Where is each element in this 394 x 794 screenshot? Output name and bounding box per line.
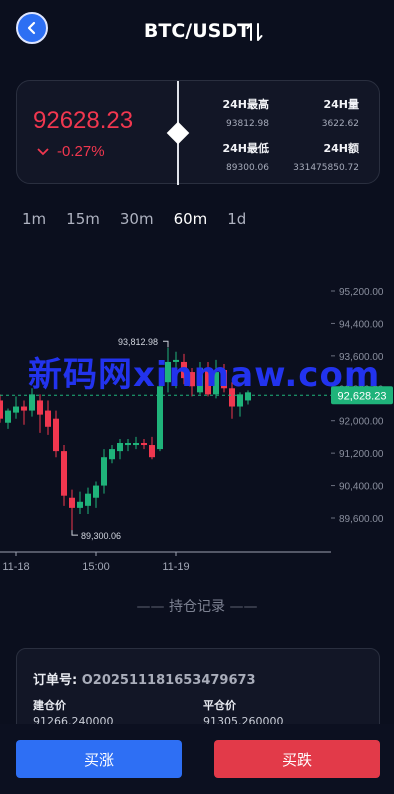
y-tick-label: 90,400.00 (339, 482, 384, 493)
page-title: BTC/USDT (143, 20, 251, 42)
candle-body (29, 394, 35, 411)
section-title: —— 持仓记录 —— (136, 599, 258, 615)
tab-30m[interactable]: 30m (120, 210, 154, 228)
y-tick-label: 94,400.00 (339, 319, 384, 330)
price-change: -0.27% (37, 143, 105, 160)
candle-body (93, 485, 99, 498)
y-tick-label: 89,600.00 (339, 514, 384, 525)
order-number-value: O2025111816534796​73 (81, 673, 256, 688)
min-price-label: 89,300.06 (81, 531, 121, 541)
stat-24h-amount: 24H额 331475850.72 (279, 140, 359, 173)
order-number: 订单号: O2025111816534796​73 (33, 669, 256, 688)
candle-body (117, 443, 123, 452)
diamond-icon (166, 121, 190, 145)
candle-body (149, 445, 155, 458)
y-tick-label: 92,000.00 (339, 417, 384, 428)
section-title-text: 持仓记录 (169, 599, 225, 615)
candle-body (77, 501, 83, 508)
y-tick-label: 91,200.00 (339, 449, 384, 460)
chevron-down-icon (37, 147, 49, 155)
candle-body (21, 406, 27, 411)
x-tick-label: 15:00 (82, 561, 110, 573)
open-price-label: 建仓价 (33, 699, 66, 712)
buy-up-button[interactable]: 买涨 (16, 740, 182, 778)
close-price-label: 平仓价 (203, 699, 236, 712)
candle-body (133, 443, 139, 446)
candle-body (109, 449, 115, 460)
candle-body (85, 493, 91, 506)
stat-label: 24H量 (323, 98, 359, 111)
header: BTC/USDT (0, 0, 394, 62)
y-tick-label: 95,200.00 (339, 287, 384, 298)
stat-24h-volume: 24H量 3622.62 (297, 96, 359, 129)
candle-body (61, 451, 67, 496)
tab-15m[interactable]: 15m (66, 210, 100, 228)
tab-60m[interactable]: 60m (174, 210, 208, 228)
price-change-value: -0.27% (57, 143, 105, 160)
candle-body (141, 443, 147, 446)
swap-vertical-icon[interactable] (244, 21, 266, 43)
x-tick-label: 11-19 (162, 561, 189, 573)
stat-value: 331475850.72 (293, 163, 359, 173)
candle-body (13, 406, 19, 413)
stat-24h-low: 24H最低 89300.06 (207, 140, 269, 173)
stat-value: 89300.06 (226, 163, 269, 173)
candle-body (69, 497, 75, 508)
bottom-action-bar: 买涨 买跌 (0, 724, 394, 794)
order-label: 订单号: (33, 673, 78, 688)
buy-down-button[interactable]: 买跌 (214, 740, 380, 778)
candle-body (53, 418, 59, 452)
candle-body (37, 400, 43, 415)
ticker-card: 92628.23 -0.27% 24H最高 93812.98 24H量 3622… (16, 80, 380, 185)
stat-value: 93812.98 (226, 119, 269, 129)
stat-value: 3622.62 (321, 119, 359, 129)
stat-label: 24H最高 (222, 98, 269, 111)
candle-body (0, 400, 3, 419)
stat-label: 24H最低 (222, 142, 269, 155)
candlestick-chart[interactable]: 95,200.0094,400.0093,600.0092,800.0092,0… (0, 260, 394, 580)
min-marker (71, 530, 78, 536)
tab-1m[interactable]: 1m (22, 210, 46, 228)
max-price-label: 93,812.98 (118, 337, 158, 347)
stat-label: 24H额 (323, 142, 359, 155)
tab-1d[interactable]: 1d (227, 210, 246, 228)
interval-tabs: 1m 15m 30m 60m 1d (22, 210, 266, 228)
candle-body (45, 410, 51, 427)
x-tick-label: 11-18 (2, 561, 29, 573)
candle-body (237, 394, 243, 407)
candle-body (125, 443, 131, 446)
stat-24h-high: 24H最高 93812.98 (207, 96, 269, 129)
candle-body (101, 457, 107, 486)
current-price: 92628.23 (33, 107, 134, 134)
watermark: 新码网xinmaw.com (28, 355, 381, 395)
candle-body (5, 410, 11, 423)
